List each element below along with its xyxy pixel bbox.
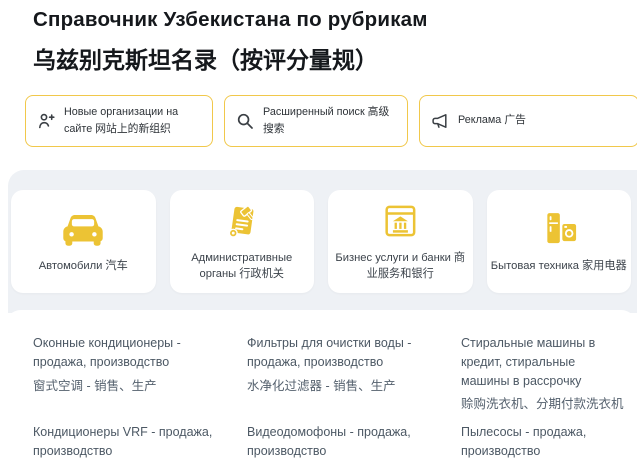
rubric-text-ru: Оконные кондиционеры - продажа, производ… (33, 334, 231, 372)
person-plus-icon (37, 112, 55, 130)
category-label-ru: Бытовая техника (491, 260, 579, 272)
category-card-automobiles[interactable]: Автомобили汽车 (11, 190, 156, 293)
category-label: Автомобили汽车 (39, 258, 128, 274)
button-label-ru: Расширенный поиск (263, 106, 365, 118)
button-label-zh: 广告 (504, 114, 526, 126)
category-section: Автомобили汽车 (8, 170, 637, 313)
category-label: Бизнес услуги и банки商业服务和银行 (332, 250, 469, 282)
category-label-zh: 家用电器 (582, 260, 627, 272)
document-gavel-icon (222, 201, 262, 241)
page-title-russian: Справочник Узбекистана по рубрикам (33, 8, 627, 32)
rubric-text-ru: Пылесосы - продажа, производство (461, 423, 625, 458)
bank-icon (380, 201, 420, 241)
rubric-text-zh: 水净化过滤器 - 销售、生产 (247, 377, 445, 396)
button-label: Расширенный поиск高级搜索 (263, 104, 396, 139)
category-cards-row: Автомобили汽车 (8, 170, 637, 293)
directory-page: Справочник Узбекистана по рубрикам 乌兹别克斯… (0, 0, 637, 458)
rubric-text-ru: Фильтры для очистки воды - продажа, прои… (247, 334, 445, 372)
rubric-link-window-air-conditioners[interactable]: Оконные кондиционеры - продажа, производ… (33, 334, 231, 414)
rubric-links-panel: Оконные кондиционеры - продажа, производ… (5, 310, 637, 458)
megaphone-icon (431, 112, 449, 130)
category-card-household-appliances[interactable]: Бытовая техника家用电器 (487, 190, 632, 293)
rubric-link-washing-machines-credit[interactable]: Стиральные машины в кредит, стиральные м… (461, 334, 625, 414)
category-label-zh: 行政机关 (239, 268, 284, 280)
button-label-ru: Реклама (458, 114, 501, 126)
appliances-icon (539, 209, 579, 249)
rubric-link-vrf-air-conditioners[interactable]: Кондиционеры VRF - продажа, производство… (33, 423, 231, 458)
advertising-button[interactable]: Реклама广告 (419, 95, 637, 147)
rubric-link-water-filters[interactable]: Фильтры для очистки воды - продажа, прои… (247, 334, 445, 414)
category-label: Административные органы行政机关 (174, 250, 311, 282)
search-icon (236, 112, 254, 130)
rubric-text-zh: 赊购洗衣机、分期付款洗衣机 (461, 395, 625, 414)
car-icon (60, 209, 106, 249)
category-label-zh: 汽车 (105, 260, 127, 272)
action-buttons-row: Новые организации на сайте网站上的新组织 Расшир… (25, 95, 637, 147)
page-title-chinese: 乌兹别克斯坦名录（按评分量规） (33, 41, 627, 75)
rubric-links-grid: Оконные кондиционеры - продажа, производ… (33, 334, 625, 458)
rubric-link-vacuum-cleaners[interactable]: Пылесосы - продажа, производство 真空吸尘器 -… (461, 423, 625, 458)
category-card-business-services-banks[interactable]: Бизнес услуги и банки商业服务和银行 (328, 190, 473, 293)
new-organizations-button[interactable]: Новые организации на сайте网站上的新组织 (25, 95, 213, 147)
rubric-text-ru: Видеодомофоны - продажа, производство (247, 423, 445, 458)
rubric-link-video-intercoms[interactable]: Видеодомофоны - продажа, производство 可视… (247, 423, 445, 458)
button-label: Новые организации на сайте网站上的新组织 (64, 104, 201, 139)
advanced-search-button[interactable]: Расширенный поиск高级搜索 (224, 95, 408, 147)
category-label-ru: Бизнес услуги и банки (335, 252, 451, 264)
category-label-ru: Автомобили (39, 260, 103, 272)
category-label: Бытовая техника家用电器 (491, 258, 627, 274)
rubric-text-ru: Кондиционеры VRF - продажа, производство (33, 423, 231, 458)
rubric-text-ru: Стиральные машины в кредит, стиральные м… (461, 334, 625, 390)
rubric-text-zh: 窗式空调 - 销售、生产 (33, 377, 231, 396)
page-header: Справочник Узбекистана по рубрикам 乌兹别克斯… (33, 8, 627, 75)
category-card-administrative-organs[interactable]: Административные органы行政机关 (170, 190, 315, 293)
button-label: Реклама广告 (458, 112, 526, 129)
button-label-zh: 网站上的新组织 (95, 123, 171, 135)
